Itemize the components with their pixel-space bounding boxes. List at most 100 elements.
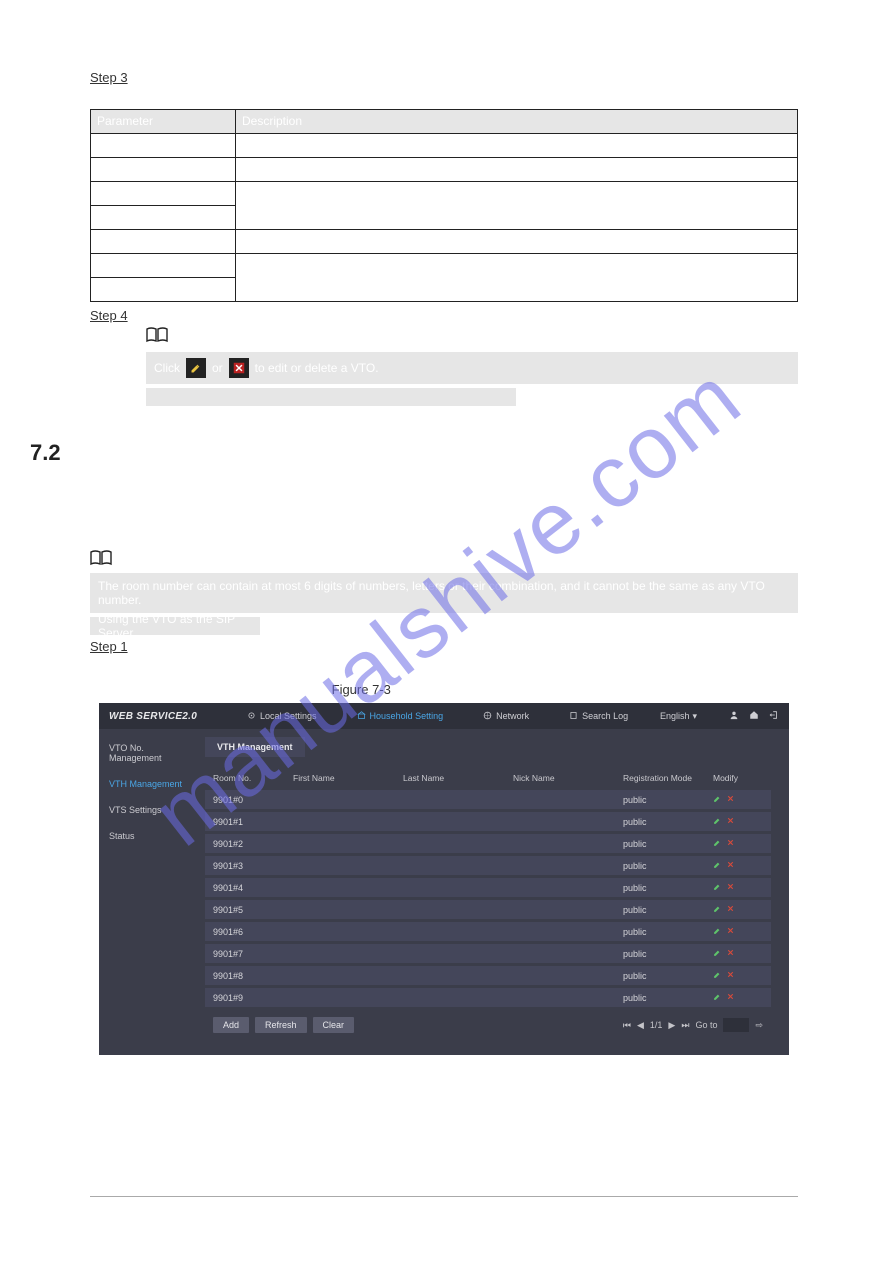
ui-logo: WEB SERVICE2.0 (109, 711, 199, 722)
cell-registration-mode: public (623, 971, 713, 981)
param-header-0: Parameter (91, 110, 236, 134)
delete-icon[interactable] (726, 838, 735, 849)
col-modify: Modify (713, 773, 763, 783)
body-paragraph: You can add room numbers to the SIP serv… (90, 504, 798, 518)
nav-search-log[interactable]: Search Log (569, 711, 628, 722)
page-footer: 47 (90, 1196, 798, 1213)
pager-last-icon[interactable]: ⏭ (681, 1020, 689, 1031)
ui-footer: Add Refresh Clear ⏮ ◀ 1/1 ▶ ⏭ Go to ⇨ (205, 1007, 771, 1043)
cell-registration-mode: public (623, 905, 713, 915)
delete-icon[interactable] (726, 948, 735, 959)
section-7-2-heading: 7.2 VTH Management (30, 440, 798, 466)
pager-go-icon[interactable]: ⇨ (755, 1020, 763, 1031)
delete-icon[interactable] (726, 992, 735, 1003)
table-row: 9901#8 public (205, 966, 771, 985)
cell-room-no: 9901#1 (213, 817, 293, 827)
ui-topbar: WEB SERVICE2.0 Local Settings Household … (99, 703, 789, 729)
delete-icon[interactable] (726, 882, 735, 893)
param-cell: Available only when other servers work a… (236, 182, 798, 230)
table-row: 9901#6public (205, 922, 771, 941)
cell-registration-mode: public (623, 927, 713, 937)
cell-room-no: 9901#3 (213, 861, 293, 871)
nav-label: Household Setting (370, 711, 444, 721)
step-3-label: Step 3 (90, 70, 128, 85)
delete-icon[interactable] (726, 904, 735, 915)
cell-room-no: 9901#4 (213, 883, 293, 893)
gear-icon (247, 711, 256, 722)
step-1-label: Step 1 (90, 639, 128, 654)
pager-goto-input[interactable] (723, 1018, 749, 1032)
cell-room-no: 9901#9 (213, 993, 293, 1003)
sidebar-item-vts-settings[interactable]: VTS Settings (109, 805, 195, 815)
nav-label: Local Settings (260, 711, 317, 721)
delete-icon[interactable] (726, 794, 735, 805)
edit-icon[interactable] (713, 948, 722, 959)
param-cell: IP Address (91, 230, 236, 254)
cell-room-no: 9901#0 (213, 795, 293, 805)
cell-modify (713, 838, 763, 849)
edit-icon[interactable] (713, 860, 722, 871)
param-cell: The username and password for the web in… (236, 254, 798, 302)
edit-icon[interactable] (713, 926, 722, 937)
sidebar-item-status[interactable]: Status (109, 831, 195, 841)
col-last-name: Last Name (403, 773, 513, 783)
delete-icon[interactable] (726, 816, 735, 827)
cell-room-no: 9901#2 (213, 839, 293, 849)
cell-room-no: 9901#8 (213, 971, 293, 981)
edit-icon[interactable] (713, 838, 722, 849)
pager-prev2-icon[interactable]: ◀ (637, 1020, 644, 1031)
language-selector[interactable]: English ▾ (660, 711, 697, 722)
delete-icon[interactable] (726, 860, 735, 871)
ui-main: VTH Management Room No. First Name Last … (205, 729, 789, 1055)
edit-icon[interactable] (713, 992, 722, 1003)
refresh-button[interactable]: Refresh (255, 1017, 307, 1033)
parameter-table: Parameter Description Rec No. The VTO nu… (90, 109, 798, 302)
user-icon[interactable] (729, 710, 739, 723)
pager-next-icon[interactable]: ▶ (668, 1020, 675, 1031)
sidebar-item-vth-management[interactable]: VTH Management (109, 779, 195, 789)
cell-room-no: 9901#7 (213, 949, 293, 959)
note-mid: or (212, 361, 223, 375)
sidebar-item-vto-no-management[interactable]: VTO No. Management (109, 743, 195, 763)
table-row: 9901#0public (205, 790, 771, 809)
delete-icon[interactable] (726, 926, 735, 937)
delete-icon (229, 358, 249, 378)
delete-icon[interactable] (726, 970, 735, 981)
logout-icon[interactable] (769, 710, 779, 723)
edit-icon[interactable] (713, 794, 722, 805)
edit-icon[interactable] (713, 904, 722, 915)
household-icon (357, 711, 366, 722)
edit-icon[interactable] (713, 882, 722, 893)
pager-info: 1/1 (650, 1020, 663, 1030)
cell-modify (713, 904, 763, 915)
nav-label: Search Log (582, 711, 628, 721)
cell-modify (713, 948, 763, 959)
param-cell: The VTO number you configured for the ta… (236, 134, 798, 158)
pager: ⏮ ◀ 1/1 ▶ ⏭ Go to ⇨ (623, 1018, 763, 1032)
page-number: 47 (786, 1201, 798, 1213)
nav-household-setting[interactable]: Household Setting (357, 711, 444, 722)
note-pre: Click (154, 361, 180, 375)
log-icon (569, 711, 578, 722)
note-block: The room number can contain at most 6 di… (90, 550, 798, 635)
pager-prev-icon[interactable]: ⏮ (623, 1020, 631, 1031)
pager-goto-label: Go to (695, 1020, 717, 1030)
edit-icon (186, 358, 206, 378)
tab-vth-management[interactable]: VTH Management (205, 737, 305, 757)
cell-registration-mode: public (623, 839, 713, 849)
nav-network[interactable]: Network (483, 711, 529, 722)
param-cell: IP address of the target VTO. (236, 230, 798, 254)
figure-caption: Figure 7-3 Room number management (90, 682, 798, 697)
vth-table: Room No. First Name Last Name Nick Name … (205, 769, 771, 1007)
step-3-text: Configure the parameters. (131, 71, 270, 85)
edit-icon[interactable] (713, 816, 722, 827)
note-book-icon (146, 327, 168, 343)
edit-icon[interactable] (713, 970, 722, 981)
home-icon[interactable] (749, 710, 759, 723)
clear-button[interactable]: Clear (313, 1017, 355, 1033)
nav-local-settings[interactable]: Local Settings (247, 711, 317, 722)
note-row-blank (146, 388, 516, 406)
table-row: 9901#3public (205, 856, 771, 875)
cell-modify (713, 970, 763, 981)
add-button[interactable]: Add (213, 1017, 249, 1033)
